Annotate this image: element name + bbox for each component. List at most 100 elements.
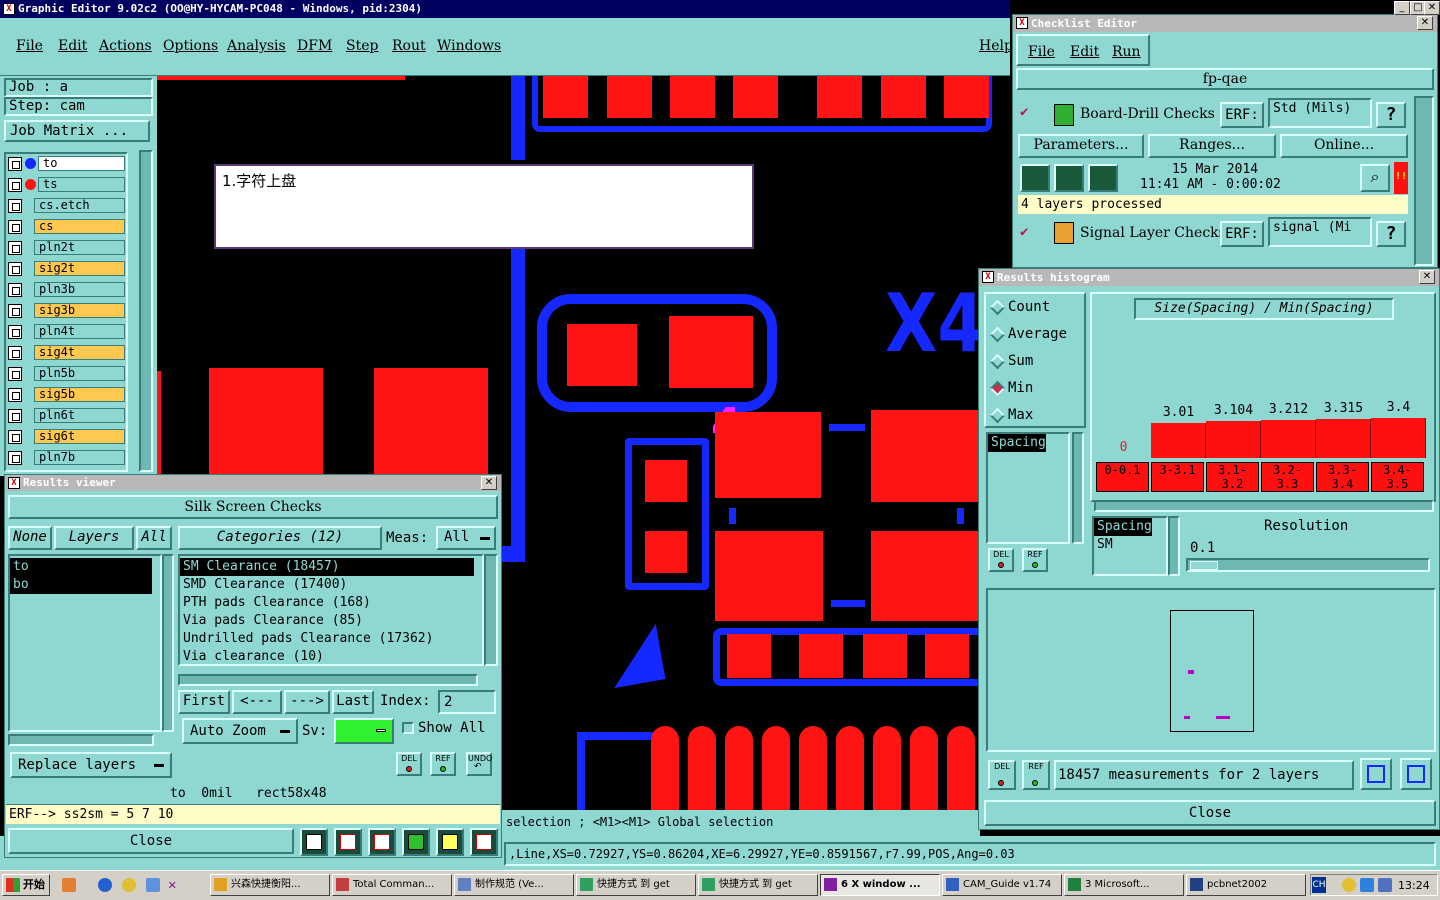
sm-item[interactable]: SM: [1094, 536, 1113, 554]
cl-item1-name[interactable]: Board-Drill Checks: [1080, 106, 1215, 122]
resolution-slider[interactable]: [1186, 558, 1430, 572]
category-list[interactable]: SM Clearance (18457) SMD Clearance (17400…: [178, 554, 484, 666]
histogram-bar[interactable]: [1206, 421, 1261, 458]
next-button[interactable]: --->: [284, 690, 330, 714]
preview-ref-button[interactable]: REF: [1022, 760, 1050, 790]
clock-app-icon[interactable]: [122, 878, 136, 892]
cl-item1-erf-value[interactable]: Std (Mils): [1268, 98, 1372, 128]
tray-icon[interactable]: [1342, 878, 1356, 892]
ie-icon[interactable]: [98, 878, 112, 892]
layer-tool-icon[interactable]: [300, 828, 328, 856]
layer-result-bo[interactable]: bo: [10, 576, 152, 594]
category-list-hscroll[interactable]: [178, 674, 478, 686]
menu-options[interactable]: Options: [163, 38, 218, 54]
snapshot-tool-icon[interactable]: [334, 828, 362, 856]
menu-analysis[interactable]: Analysis: [227, 38, 286, 54]
checklist-title-bar[interactable]: X Checklist Editor ✕: [1013, 15, 1437, 32]
job-matrix-button[interactable]: Job Matrix ...: [4, 120, 150, 142]
tray-icon[interactable]: [1378, 878, 1392, 892]
histogram-title-bar[interactable]: X Results histogram ✕: [979, 269, 1439, 286]
taskbar-item[interactable]: 3 Microsoft...: [1064, 874, 1184, 896]
layer-row-pln7b[interactable]: pln7b: [8, 449, 125, 466]
cl-item2-help-button[interactable]: ?: [1376, 221, 1406, 247]
layer-checkbox[interactable]: [8, 325, 22, 339]
category-item[interactable]: SM Clearance (18457): [180, 558, 474, 576]
all-button[interactable]: All: [136, 526, 172, 550]
layer-checkbox[interactable]: [8, 157, 22, 171]
quicklaunch-icon[interactable]: [62, 878, 76, 892]
taskbar-item[interactable]: CAM_Guide v1.74: [942, 874, 1062, 896]
no-zoom-tool-icon[interactable]: [368, 828, 396, 856]
radio-icon[interactable]: [989, 353, 1006, 370]
menu-rout[interactable]: Rout: [392, 38, 426, 54]
category-item[interactable]: Undrilled pads Clearance (17362): [180, 630, 474, 648]
layer-row-pln6t[interactable]: pln6t: [8, 407, 125, 424]
lang-indicator[interactable]: CH: [1312, 877, 1326, 893]
layer-checkbox[interactable]: [8, 430, 22, 444]
close-icon[interactable]: ✕: [1419, 270, 1435, 284]
cl-menu-edit[interactable]: Edit: [1070, 44, 1099, 60]
parameters-button[interactable]: Parameters...: [1018, 134, 1144, 158]
category-item[interactable]: PTH pads Clearance (168): [180, 594, 474, 612]
cl-item2-erf-value[interactable]: signal (Mi: [1268, 217, 1372, 247]
layer-checkbox[interactable]: [8, 409, 22, 423]
spacing-list[interactable]: Spacing SM: [1092, 516, 1168, 576]
first-button[interactable]: First: [178, 690, 230, 714]
run-layer-icon[interactable]: [1054, 164, 1084, 192]
layer-checkbox[interactable]: [8, 199, 22, 213]
histogram-bar[interactable]: [1261, 420, 1316, 458]
mode-option-min[interactable]: Min: [986, 379, 1082, 399]
taskbar-item[interactable]: Total Comman...: [332, 874, 452, 896]
index-input[interactable]: 2: [438, 690, 496, 714]
histogram-bar[interactable]: [1371, 418, 1426, 458]
chart-hscroll[interactable]: [1094, 500, 1434, 512]
mode-option-max[interactable]: Max: [986, 406, 1082, 426]
taskbar-item[interactable]: pcbnet2002: [1186, 874, 1306, 896]
preview-area[interactable]: [986, 588, 1436, 752]
layer-row-pln3b[interactable]: pln3b: [8, 281, 125, 298]
preview-del-button[interactable]: DEL: [988, 760, 1016, 790]
category-item[interactable]: Via clearance (10): [180, 648, 474, 666]
layer-row-pln2t[interactable]: pln2t: [8, 239, 125, 256]
results-viewer-title-bar[interactable]: X Results viewer ✕: [5, 475, 501, 491]
layer-checkbox[interactable]: [8, 241, 22, 255]
hist-ref-button[interactable]: REF: [1022, 548, 1048, 572]
hist-del-button[interactable]: DEL: [988, 548, 1014, 572]
layer-checkbox[interactable]: [8, 304, 22, 318]
layer-results-list[interactable]: to bo: [8, 554, 162, 732]
layer-checkbox[interactable]: [8, 367, 22, 381]
menu-edit[interactable]: Edit: [58, 38, 87, 54]
auto-zoom-select[interactable]: Auto Zoom: [182, 718, 298, 744]
run-all-icon[interactable]: [1088, 164, 1118, 192]
layer-list-vscroll[interactable]: [162, 554, 174, 732]
slider-thumb[interactable]: [1190, 561, 1218, 570]
show-all-checkbox[interactable]: [402, 722, 414, 734]
radio-icon[interactable]: [989, 407, 1006, 424]
cl-item2-check[interactable]: ✔: [1020, 224, 1028, 240]
histogram-tool-icon[interactable]: [470, 828, 498, 856]
layer-row-sig3b[interactable]: sig3b: [8, 302, 125, 319]
layer-row-to[interactable]: to: [8, 155, 125, 172]
undo-button[interactable]: UNDO ↶: [466, 752, 492, 776]
cl-menu-file[interactable]: File: [1028, 44, 1055, 60]
taskbar-item[interactable]: 快捷方式 到 get: [576, 874, 696, 896]
tray-icon[interactable]: [1360, 878, 1374, 892]
histogram-bar[interactable]: [1316, 419, 1371, 458]
histogram-bar[interactable]: [1151, 423, 1206, 458]
spacing-item[interactable]: Spacing: [1094, 518, 1152, 536]
cl-item1-help-button[interactable]: ?: [1376, 102, 1406, 128]
category-list-vscroll[interactable]: [484, 554, 498, 666]
menu-step[interactable]: Step: [346, 38, 378, 54]
histogram-close-button[interactable]: Close: [984, 800, 1436, 826]
menu-file[interactable]: File: [16, 38, 43, 54]
layer-checkbox[interactable]: [8, 262, 22, 276]
menu-help[interactable]: Help: [979, 38, 1013, 54]
categories-button[interactable]: Categories (12): [178, 526, 382, 550]
menu-windows[interactable]: Windows: [437, 38, 501, 54]
radio-icon[interactable]: [989, 326, 1006, 343]
layer-row-sig6t[interactable]: sig6t: [8, 428, 125, 445]
cl-item2-name[interactable]: Signal Layer Checks: [1080, 225, 1226, 241]
sv-color-select[interactable]: [334, 718, 394, 744]
layer-row-sig4t[interactable]: sig4t: [8, 344, 125, 361]
close-icon[interactable]: ✕: [1424, 1, 1440, 15]
